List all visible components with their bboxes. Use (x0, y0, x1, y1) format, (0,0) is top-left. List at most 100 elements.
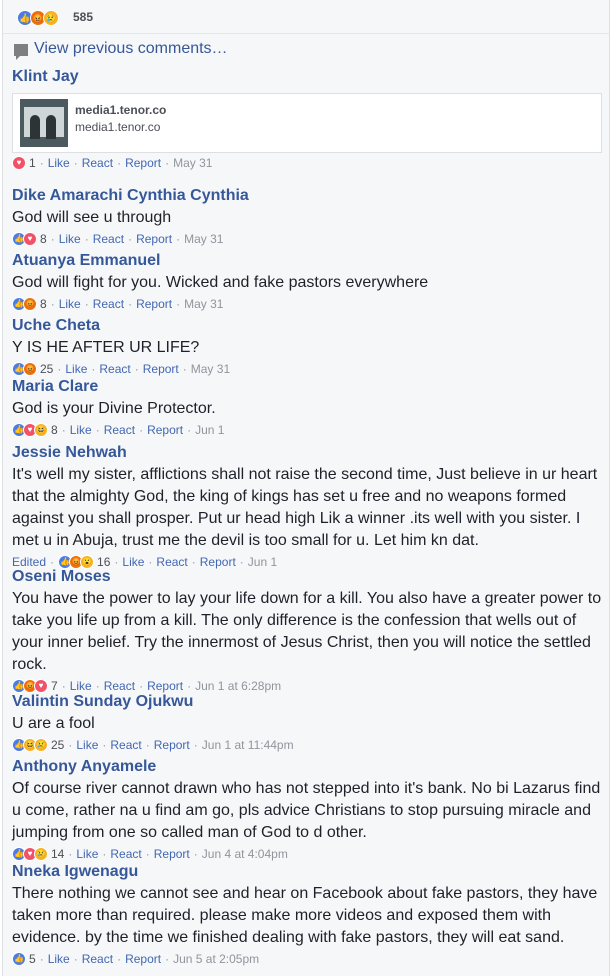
link-attachment-card[interactable]: media1.tenor.co media1.tenor.co (12, 93, 602, 153)
comment-author[interactable]: Nneka Igwenagu (12, 862, 604, 882)
comment-item: Klint Jay media1.tenor.co media1.tenor.co ♥… (12, 67, 604, 171)
comment-author[interactable]: Dike Amarachi Cynthia Cynthia (12, 186, 604, 206)
comment-text: You have the power to lay your life down… (12, 590, 602, 673)
comment-text: It's well my sister, afflictions shall n… (12, 466, 598, 549)
comment-reaction-icons[interactable]: 👍 😆 😢 (12, 738, 48, 752)
comment-item: Valintin Sunday Ojukwu U are a fool 👍 😆 😢 25 ·… (12, 692, 604, 753)
comment-text: God is your Divine Protector. (12, 400, 216, 417)
love-reaction-icon: ♥ (12, 156, 26, 170)
comment-author[interactable]: Valintin Sunday Ojukwu (12, 692, 604, 712)
comment-author[interactable]: Maria Clare (12, 377, 604, 397)
attachment-domain: media1.tenor.co (75, 103, 167, 117)
react-link[interactable]: React (82, 155, 113, 171)
comment-timestamp[interactable]: May 31 (173, 155, 212, 171)
comment-item: Uche Cheta Y IS HE AFTER UR LIFE? 👍 😡 25 · Lik… (12, 316, 604, 377)
comment-actions: 👍 😡 25 · Like · React · Report · May 31 (12, 361, 604, 377)
comment-actions: 👍 ♥ 😢 14 · Like · React · Report · Jun 4 at 4:04pm (12, 846, 604, 862)
react-link[interactable]: React (110, 846, 141, 862)
comment-item: Maria Clare God is your Divine Protector.… (12, 377, 604, 438)
reactions-summary-bar: 👍 😡 😢 585 (2, 0, 610, 34)
comment-reaction-icons[interactable]: 👍 😡 ♥ (12, 679, 48, 693)
comment-author[interactable]: Klint Jay (12, 67, 604, 87)
like-link[interactable]: Like (70, 422, 92, 438)
angry-reaction-icon: 😡 (23, 362, 37, 376)
react-link[interactable]: React (110, 737, 141, 753)
comment-reaction-icons[interactable]: 👍 (12, 952, 26, 966)
comment-author[interactable]: Atuanya Emmanuel (12, 251, 604, 271)
report-link[interactable]: Report (136, 231, 172, 247)
view-previous-label: View previous comments… (34, 40, 228, 57)
comment-timestamp[interactable]: Jun 1 (195, 422, 224, 438)
comment-author[interactable]: Anthony Anyamele (12, 757, 604, 777)
reaction-count[interactable]: 8 (40, 231, 47, 247)
comment-timestamp[interactable]: Jun 5 at 2:05pm (173, 951, 259, 967)
report-link[interactable]: Report (136, 296, 172, 312)
comment-reaction-icons[interactable]: 👍 ♥ 😢 (12, 847, 48, 861)
comment-reaction-icons[interactable]: ♥ (12, 156, 26, 170)
report-link[interactable]: Report (154, 737, 190, 753)
comment-bubble-icon (14, 44, 28, 60)
like-link[interactable]: Like (59, 231, 81, 247)
reaction-count[interactable]: 14 (51, 846, 64, 862)
like-link[interactable]: Like (48, 951, 70, 967)
react-link[interactable]: React (93, 296, 124, 312)
sad-reaction-icon: 😢 (34, 738, 48, 752)
comment-actions: 👍 ♥ 8 · Like · React · Report · May 31 (12, 231, 604, 247)
comment-text: Of course river cannot drawn who has not… (12, 780, 601, 841)
comment-text: God will fight for you. Wicked and fake … (12, 274, 429, 291)
comment-actions: 👍 ♥ 😆 8 · Like · React · Report · Jun 1 (12, 422, 604, 438)
comment-item: Oseni Moses You have the power to lay you… (12, 567, 604, 694)
comment-author[interactable]: Uche Cheta (12, 316, 604, 336)
comment-reaction-icons[interactable]: 👍 😡 (12, 297, 37, 311)
comment-item: Dike Amarachi Cynthia Cynthia God will se… (12, 186, 604, 247)
reaction-icons[interactable]: 👍 😡 😢 (17, 10, 59, 26)
attachment-subtitle: media1.tenor.co (75, 120, 161, 134)
comment-actions: ♥ 1 · Like · React · Report · May 31 (12, 155, 604, 171)
reaction-count[interactable]: 5 (29, 951, 36, 967)
comment-actions: 👍 😆 😢 25 · Like · React · Report · Jun 1 at 11:44pm (12, 737, 604, 753)
report-link[interactable]: Report (125, 155, 161, 171)
comment-timestamp[interactable]: Jun 4 at 4:04pm (202, 846, 288, 862)
react-link[interactable]: React (99, 361, 130, 377)
react-link[interactable]: React (104, 422, 135, 438)
view-previous-comments-link[interactable]: View previous comments… (14, 40, 228, 60)
comment-reaction-icons[interactable]: 👍 😡 (12, 362, 37, 376)
comment-timestamp[interactable]: Jun 1 at 11:44pm (202, 737, 294, 753)
like-link[interactable]: Like (48, 155, 70, 171)
sad-reaction-icon: 😢 (34, 847, 48, 861)
report-link[interactable]: Report (143, 361, 179, 377)
sad-reaction-icon: 😢 (43, 10, 59, 26)
comment-timestamp[interactable]: May 31 (184, 296, 223, 312)
like-link[interactable]: Like (65, 361, 87, 377)
comment-author[interactable]: Jessie Nehwah (12, 443, 604, 463)
reaction-count[interactable]: 25 (51, 737, 64, 753)
report-link[interactable]: Report (125, 951, 161, 967)
comment-item: Atuanya Emmanuel God will fight for you. … (12, 251, 604, 312)
comment-actions: 👍 5 · Like · React · Report · Jun 5 at 2:05pm (12, 951, 604, 967)
reaction-count[interactable]: 1 (29, 155, 36, 171)
comment-text: There nothing we cannot see and hear on … (12, 885, 598, 946)
comment-timestamp[interactable]: May 31 (184, 231, 223, 247)
comment-item: Jessie Nehwah It's well my sister, afflic… (12, 443, 604, 570)
comment-reaction-icons[interactable]: 👍 ♥ (12, 232, 37, 246)
comment-item: Nneka Igwenagu There nothing we cannot se… (12, 862, 604, 967)
comment-text: Y IS HE AFTER UR LIFE? (12, 339, 200, 356)
comment-text: U are a fool (12, 715, 95, 732)
react-link[interactable]: React (82, 951, 113, 967)
attachment-thumbnail (20, 99, 68, 147)
report-link[interactable]: Report (147, 422, 183, 438)
like-link[interactable]: Like (76, 846, 98, 862)
react-link[interactable]: React (93, 231, 124, 247)
reaction-count[interactable]: 8 (51, 422, 58, 438)
report-link[interactable]: Report (154, 846, 190, 862)
comment-reaction-icons[interactable]: 👍 ♥ 😆 (12, 423, 48, 437)
comment-item: Anthony Anyamele Of course river cannot d… (12, 757, 604, 862)
like-link[interactable]: Like (76, 737, 98, 753)
like-link[interactable]: Like (59, 296, 81, 312)
reaction-count[interactable]: 8 (40, 296, 47, 312)
reaction-count[interactable]: 585 (73, 10, 93, 24)
reaction-count[interactable]: 25 (40, 361, 53, 377)
comment-timestamp[interactable]: May 31 (191, 361, 230, 377)
comment-author[interactable]: Oseni Moses (12, 567, 604, 587)
comment-actions: 👍 😡 8 · Like · React · Report · May 31 (12, 296, 604, 312)
